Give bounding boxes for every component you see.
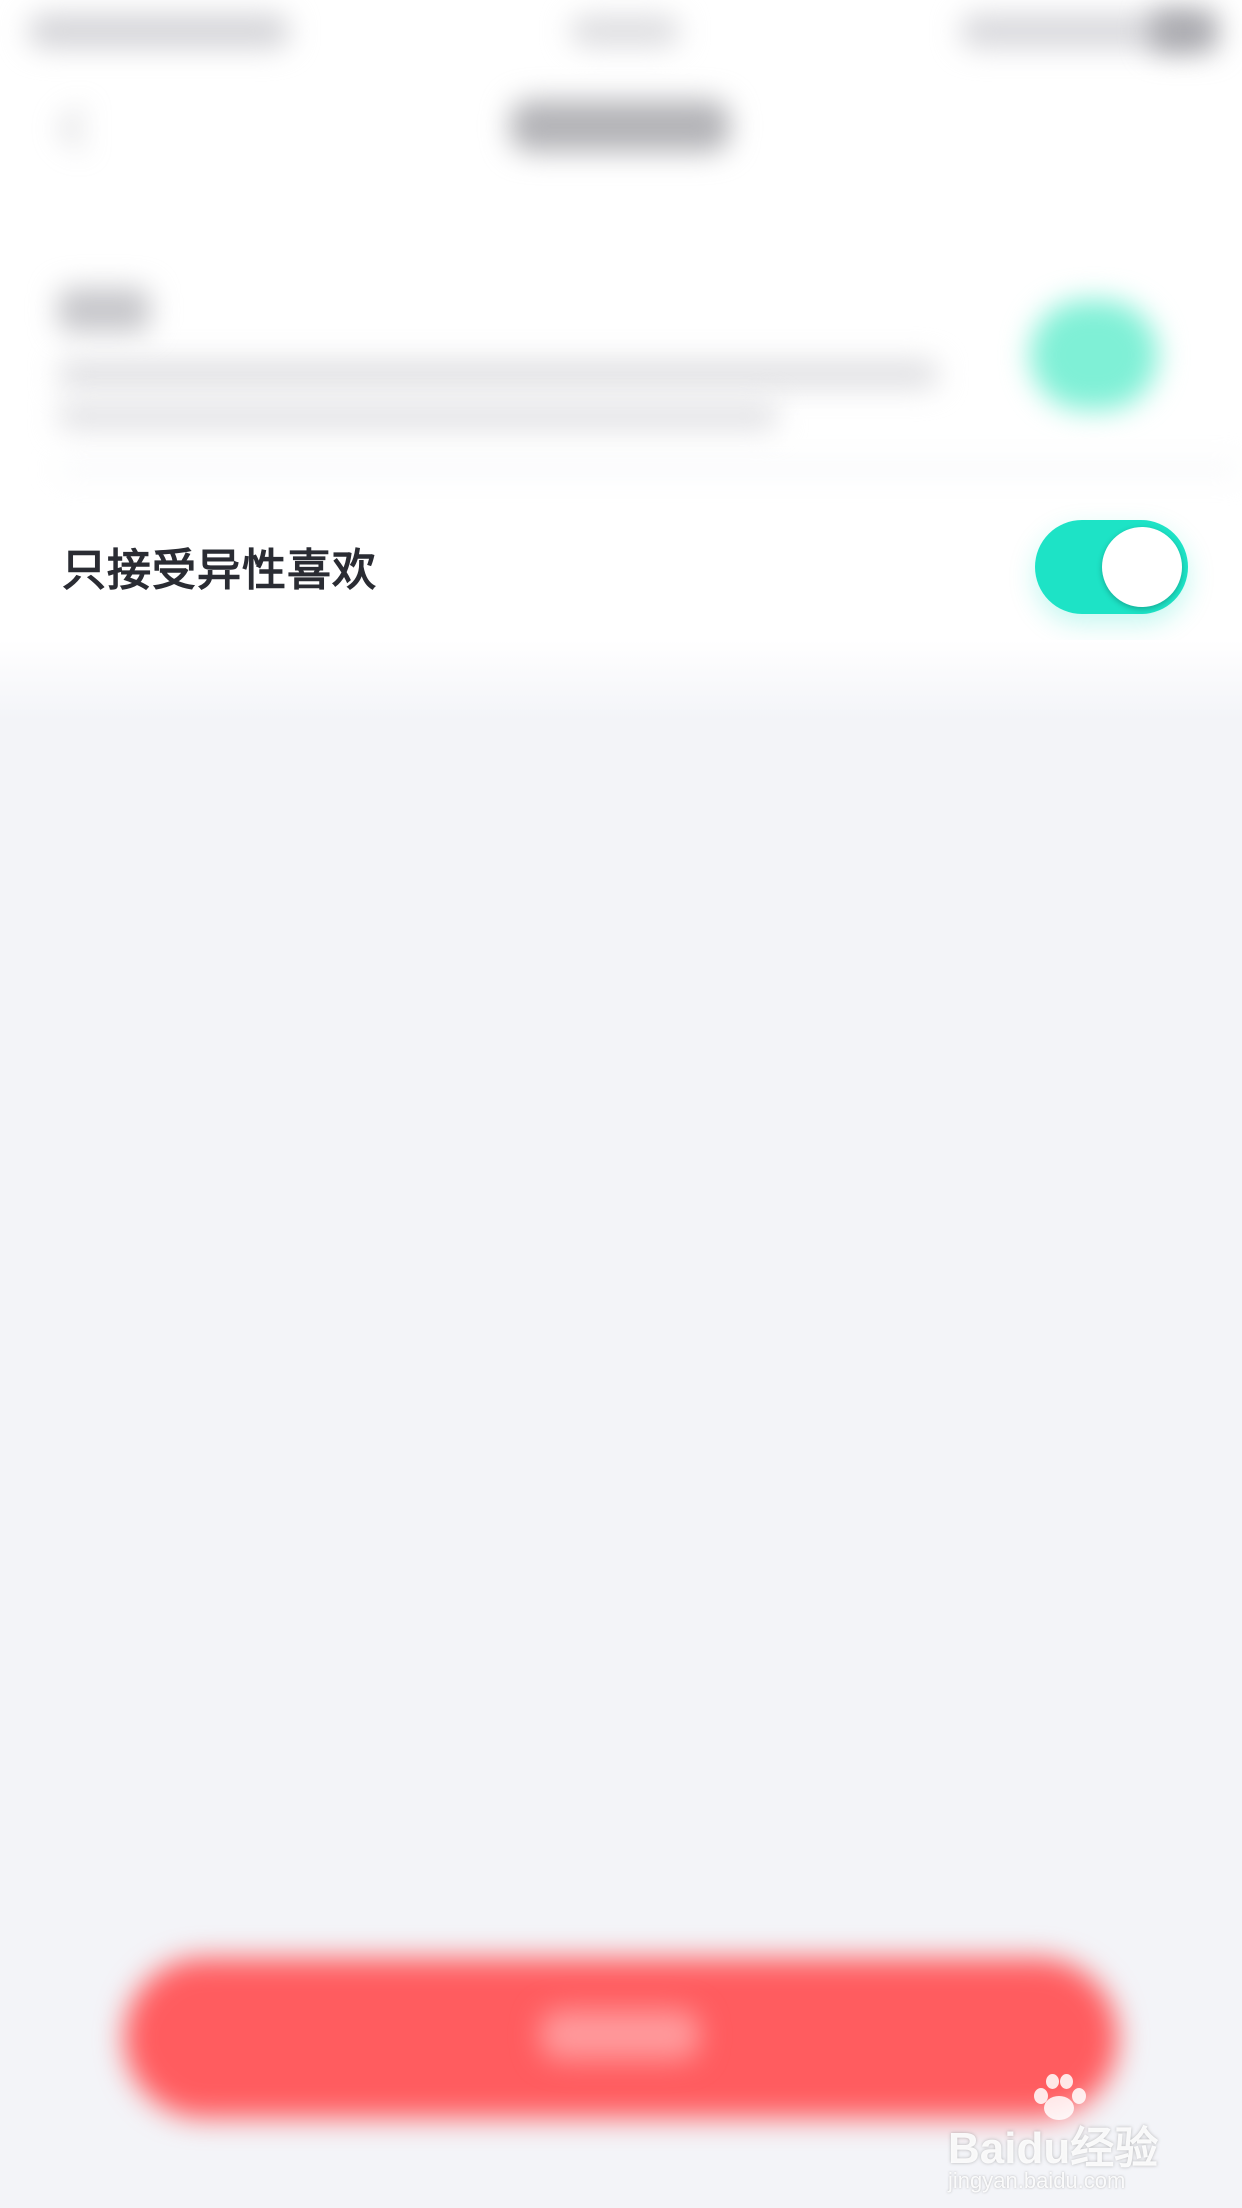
status-bar-carrier [28, 14, 290, 48]
opposite-sex-likes-toggle[interactable] [1035, 520, 1188, 614]
setting-description [58, 402, 778, 430]
setting-row-opposite-sex-likes: 只接受异性喜欢 [0, 500, 1242, 630]
setting-toggle[interactable] [1030, 300, 1158, 410]
setting-description [58, 360, 938, 388]
watermark: Baidu经验 jingyan.baidu.com [948, 2074, 1178, 2194]
watermark-logo: Baidu经验 [948, 2124, 1159, 2173]
chevron-left-icon[interactable] [60, 108, 94, 148]
divider [58, 466, 1242, 472]
status-bar-time [570, 16, 680, 46]
setting-title [58, 288, 150, 332]
divider [0, 640, 1242, 720]
toggle-knob [1102, 527, 1182, 607]
settings-panel: 只接受异性喜欢 [0, 0, 1242, 660]
battery-icon [1150, 10, 1218, 52]
page-title [510, 100, 730, 152]
watermark-url: jingyan.baidu.com [948, 2168, 1126, 2193]
setting-label: 只接受异性喜欢 [62, 545, 377, 596]
primary-button-label [540, 2010, 700, 2060]
